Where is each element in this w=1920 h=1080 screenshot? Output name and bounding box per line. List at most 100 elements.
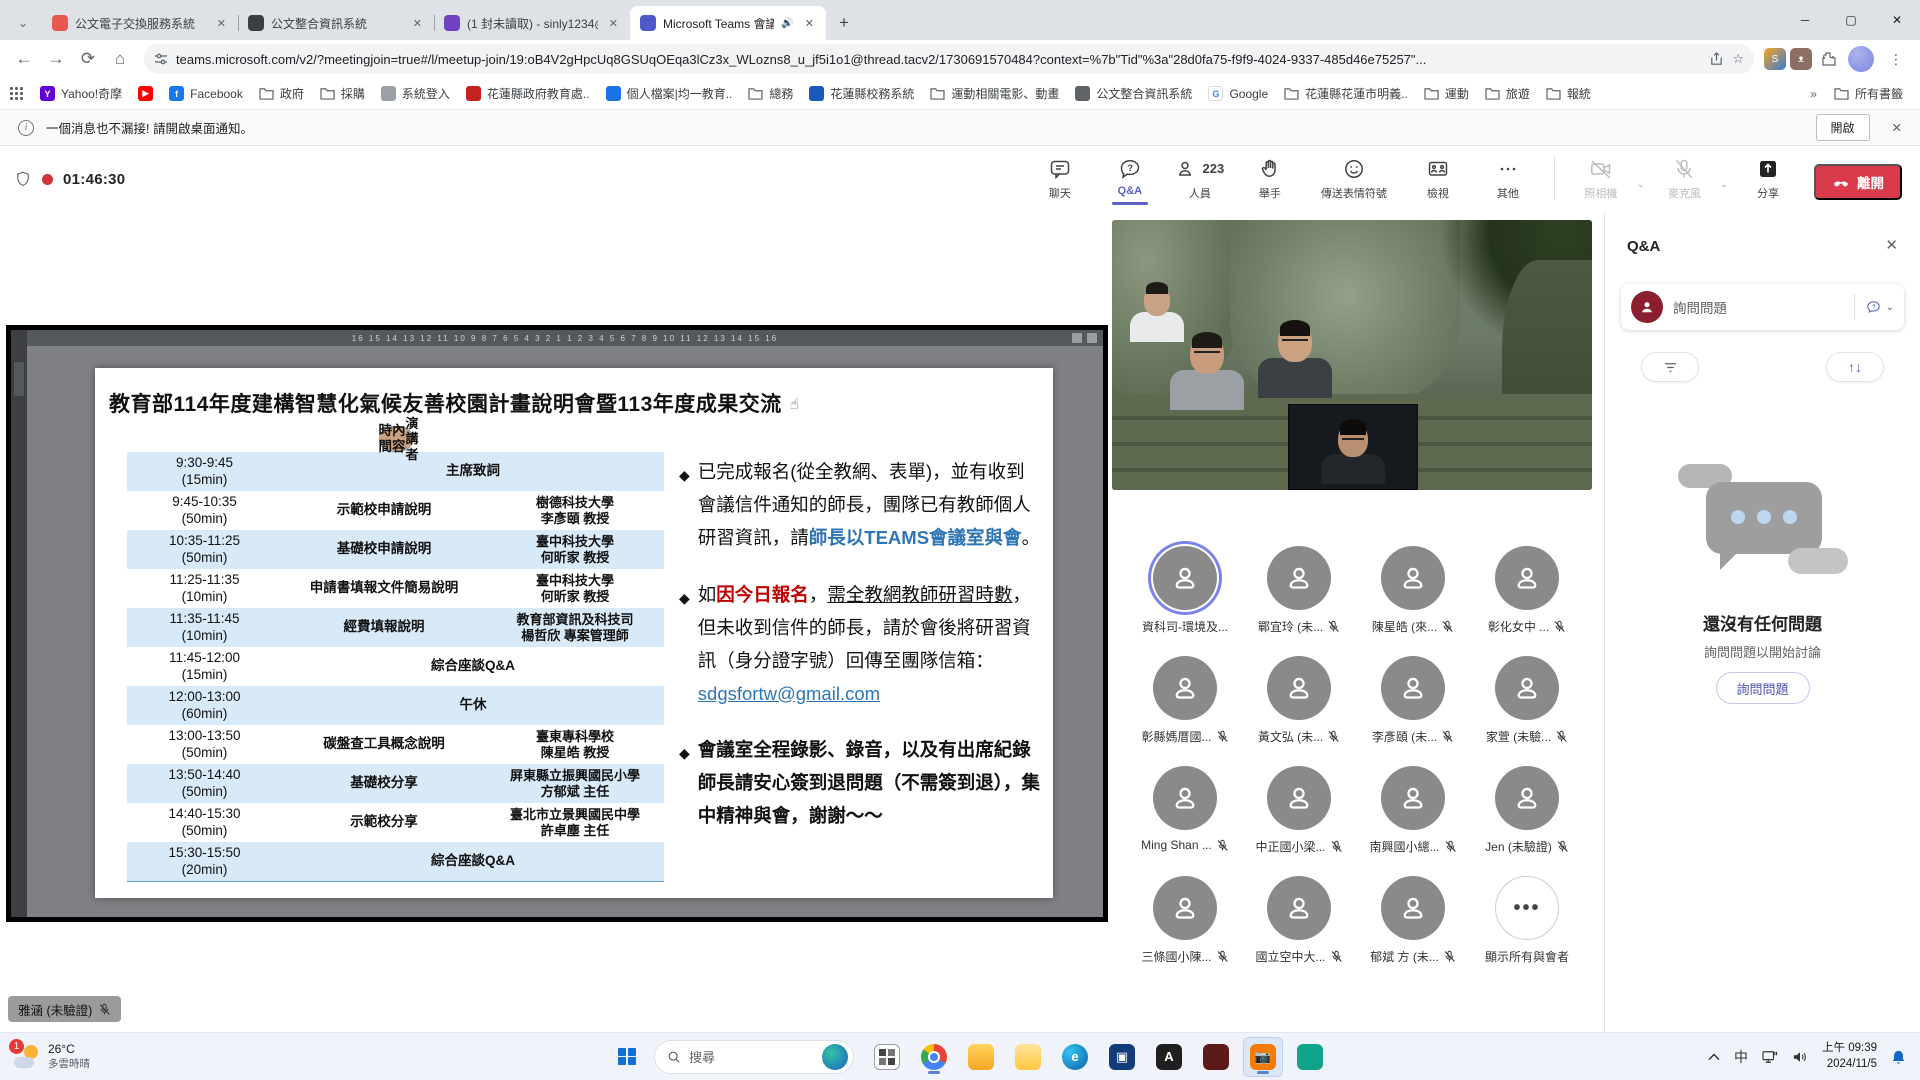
bookmark-item[interactable]: 公文整合資訊系統 (1068, 82, 1199, 105)
extension-animal-icon[interactable]: ᴥ (1790, 48, 1812, 70)
bookmark-item[interactable]: 政府 (252, 82, 311, 105)
show-all-participants-button[interactable]: ••• 顯示所有與會者 (1470, 870, 1584, 980)
media-app-taskbar-button[interactable] (1197, 1038, 1235, 1076)
qa-ask-question-button[interactable]: 詢問問題 (1715, 672, 1809, 704)
bookmark-item[interactable]: 個人檔案|均一教育.. (599, 82, 740, 105)
hidden-icons-chevron[interactable] (1708, 1053, 1720, 1061)
presenter-video-tile[interactable] (1112, 220, 1592, 490)
tab-audio-icon[interactable]: 🔊 (781, 18, 793, 29)
task-view-taskbar-button[interactable] (868, 1038, 906, 1076)
qa-button[interactable]: ? Q&A (1098, 152, 1162, 203)
bookmark-item[interactable]: GGoogle (1201, 83, 1275, 104)
share-page-icon[interactable] (1709, 52, 1724, 67)
bookmark-item[interactable]: 花蓮縣政府教育處.. (459, 82, 597, 105)
mic-chevron-icon[interactable]: ⌄ (1720, 179, 1728, 190)
hand-button[interactable]: 舉手 (1238, 152, 1302, 207)
shared-screen[interactable]: 16 15 14 13 12 11 10 9 8 7 6 5 4 3 2 1 1… (6, 325, 1108, 922)
participant-tile[interactable]: 中正國小梁... (1242, 760, 1356, 870)
chat-button[interactable]: 聊天 (1028, 152, 1092, 207)
participant-tile[interactable]: Ming Shan ... (1128, 760, 1242, 870)
bookmark-item[interactable]: ▶ (131, 83, 160, 104)
enable-notifications-button[interactable]: 開啟 (1816, 114, 1870, 141)
home-button[interactable]: ⌂ (106, 45, 134, 73)
more-button[interactable]: 其他 (1476, 152, 1540, 207)
bookmark-item[interactable]: 系統登入 (374, 82, 457, 105)
emoji-button[interactable]: 傳送表情符號 (1308, 152, 1400, 207)
participant-tile[interactable]: 資科司-環境及... (1128, 540, 1242, 650)
qa-filter-button[interactable] (1641, 352, 1699, 382)
bookmark-item[interactable]: 旅遊 (1478, 82, 1537, 105)
bookmark-item[interactable]: 花蓮縣校務系統 (802, 82, 921, 105)
refresh-button[interactable]: ⟳ (74, 45, 102, 73)
bookmarks-overflow-chevron[interactable]: » (1810, 87, 1817, 101)
bookmark-item[interactable]: 花蓮縣花蓮市明義.. (1277, 82, 1415, 105)
apps-grid-icon[interactable] (10, 87, 23, 100)
browser-tab-1[interactable]: 公文電子交換服務系統 ✕ (42, 6, 238, 40)
back-button[interactable]: ← (10, 45, 38, 73)
site-settings-icon[interactable] (154, 52, 168, 66)
network-icon[interactable] (1762, 1050, 1778, 1064)
bookmark-item[interactable]: YYahoo!奇摩 (33, 82, 129, 105)
view-button[interactable]: 檢視 (1406, 152, 1470, 207)
participant-tile[interactable]: 國立空中大... (1242, 870, 1356, 980)
bookmark-item[interactable]: fFacebook (162, 83, 250, 104)
all-bookmarks-button[interactable]: 所有書籤 (1827, 82, 1910, 105)
taskbar-search[interactable]: 搜尋 (654, 1040, 854, 1074)
file-explorer-taskbar-button[interactable] (962, 1038, 1000, 1076)
minimize-button[interactable]: ─ (1782, 0, 1828, 40)
chat-app-taskbar-button[interactable] (1291, 1038, 1329, 1076)
participant-tile[interactable]: Jen (未驗證) (1470, 760, 1584, 870)
share-button[interactable]: 分享 (1736, 152, 1800, 207)
participant-tile[interactable]: 陳星皓 (來... (1356, 540, 1470, 650)
mic-button[interactable]: 麥克風 (1652, 152, 1716, 207)
bookmark-item[interactable]: 採購 (313, 82, 372, 105)
camera-button[interactable]: 照相機 (1569, 152, 1633, 207)
new-tab-button[interactable]: + (830, 9, 858, 37)
camera-chevron-icon[interactable]: ⌄ (1637, 179, 1645, 190)
participant-tile[interactable]: 彰縣媽厝國... (1128, 650, 1242, 760)
panel-handle[interactable] (14, 362, 24, 396)
participant-tile[interactable]: 三條國小陳... (1128, 870, 1242, 980)
browser-profile-avatar[interactable] (1848, 46, 1874, 72)
browser-tab-3[interactable]: (1 封未讀取) - sinly1234@yah.. ✕ (434, 6, 630, 40)
participant-tile[interactable]: 家萱 (未驗... (1470, 650, 1584, 760)
extension-smartpki-icon[interactable]: S (1764, 48, 1786, 70)
qa-sort-button[interactable]: ↑↓ (1826, 352, 1884, 382)
extensions-puzzle-icon[interactable] (1816, 51, 1840, 67)
bookmark-item[interactable]: 運動 (1417, 82, 1476, 105)
browser-menu-kebab-icon[interactable]: ⋮ (1882, 45, 1910, 73)
participant-tile[interactable]: 彰化女中 ... (1470, 540, 1584, 650)
tab-close-icon[interactable]: ✕ (409, 15, 426, 32)
volume-icon[interactable] (1792, 1050, 1808, 1064)
notification-bell-icon[interactable] (1891, 1049, 1906, 1065)
screenshot-camera-taskbar-button[interactable]: 📷 (1244, 1038, 1282, 1076)
address-bar[interactable]: teams.microsoft.com/v2/?meetingjoin=true… (144, 44, 1754, 74)
bookmark-item[interactable]: 運動相關電影、動畫 (923, 82, 1066, 105)
bookmark-star-icon[interactable]: ☆ (1732, 51, 1744, 67)
leave-button[interactable]: 離開 (1814, 164, 1902, 200)
tab-close-icon[interactable]: ✕ (605, 15, 622, 32)
chrome-taskbar-button[interactable] (915, 1038, 953, 1076)
forward-button[interactable]: → (42, 45, 70, 73)
start-button[interactable] (608, 1038, 646, 1076)
participant-tile[interactable]: 李彥頤 (未... (1356, 650, 1470, 760)
folder-taskbar-button[interactable] (1009, 1038, 1047, 1076)
participant-tile[interactable]: 黃文弘 (未... (1242, 650, 1356, 760)
edge-taskbar-button[interactable]: e (1056, 1038, 1094, 1076)
email-link[interactable]: sdgsfortw@gmail.com (698, 683, 880, 704)
maximize-button[interactable]: ▢ (1828, 0, 1874, 40)
participant-tile[interactable]: 郁斌 方 (未... (1356, 870, 1470, 980)
browser-tab-2[interactable]: 公文整合資訊系統 ✕ (238, 6, 434, 40)
tab-close-icon[interactable]: ✕ (801, 15, 818, 32)
people-button[interactable]: 223 人員 (1168, 152, 1232, 207)
ime-indicator[interactable]: 中 (1734, 1047, 1748, 1067)
bookmark-item[interactable]: 報統 (1539, 82, 1598, 105)
app-a-taskbar-button[interactable]: A (1150, 1038, 1188, 1076)
tab-close-icon[interactable]: ✕ (213, 15, 230, 32)
tab-search-chevron-icon[interactable]: ⌄ (6, 6, 40, 40)
qa-close-icon[interactable]: ✕ (1885, 236, 1898, 254)
participant-tile[interactable]: 南興國小總... (1356, 760, 1470, 870)
taskbar-weather-widget[interactable]: 1 26°C 多雲時晴 (0, 1042, 104, 1071)
store-taskbar-button[interactable]: ▣ (1103, 1038, 1141, 1076)
qa-mode-dropdown[interactable]: ? ⌄ (1865, 299, 1894, 316)
